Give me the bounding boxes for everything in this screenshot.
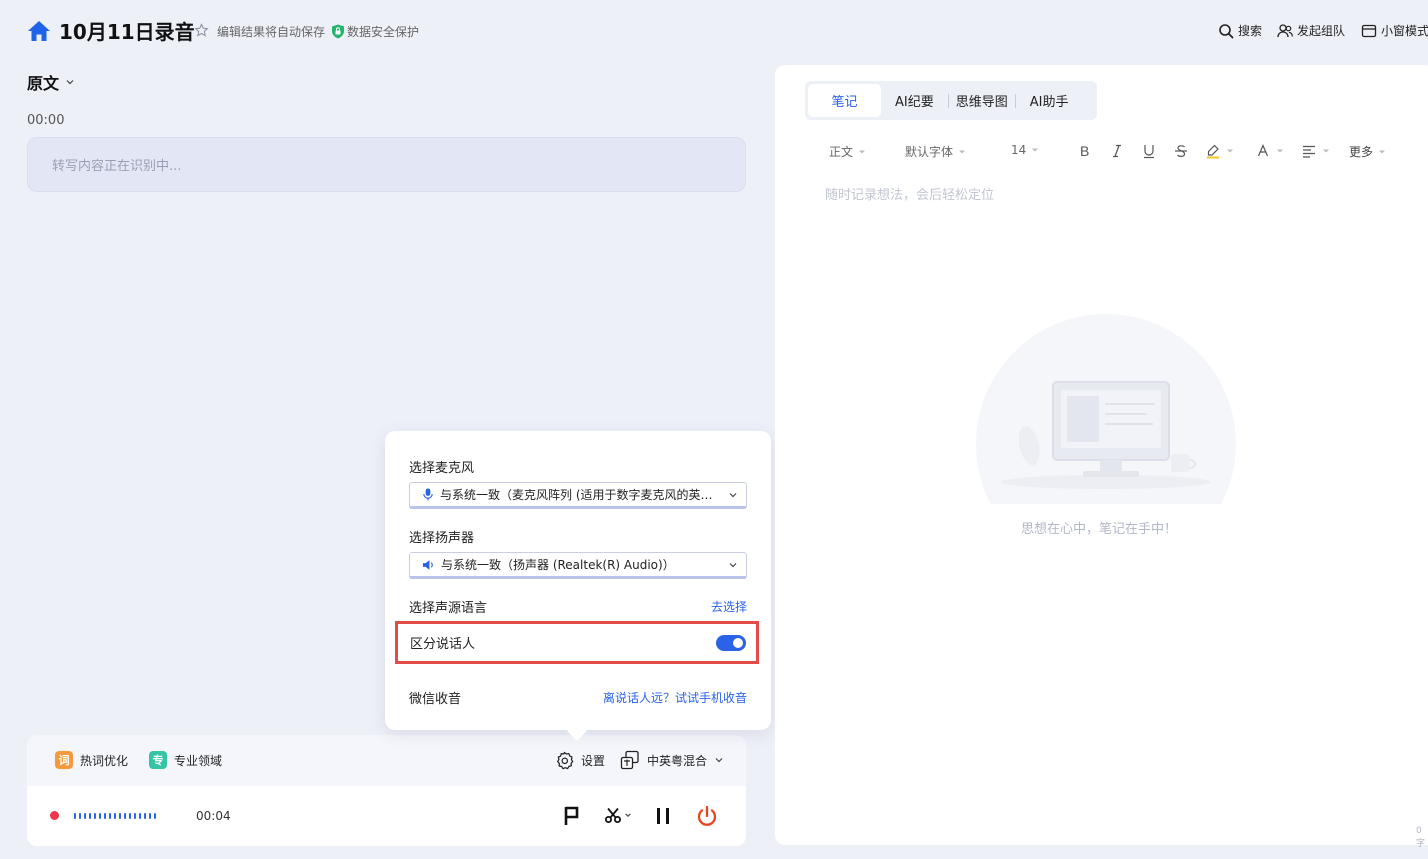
tab-ai-summary[interactable]: AI纪要 [881,84,948,117]
speaker-icon [422,559,433,570]
more-formatting-dropdown[interactable]: 更多 [1349,143,1386,160]
scissors-icon [605,807,621,823]
wechat-capture-label: 微信收音 [409,692,462,707]
note-editor-placeholder[interactable]: 随时记录想法，会后轻松定位 [825,184,994,203]
mini-window-label: 小窗模式 [1381,24,1428,38]
domain-button[interactable]: 专 专业领域 [149,751,222,769]
chevron-down-icon [729,562,737,567]
notes-tabs: 笔记 AI纪要 思维导图 AI助手 [805,81,1097,120]
start-team-button[interactable]: 发起组队 [1277,22,1345,39]
gear-icon [557,751,574,770]
speaker-diarization-row: 区分说话人 [395,621,759,664]
security-note: 数据安全保护 [347,25,420,39]
mini-window-icon [1361,24,1377,37]
caret-down-icon [1277,149,1283,153]
pause-icon[interactable] [651,804,675,828]
shield-icon [332,24,344,39]
search-icon [1219,23,1234,38]
caret-down-icon [1323,149,1329,153]
recording-time: 00:04 [196,809,231,823]
paragraph-style-dropdown[interactable]: 正文 [829,143,866,160]
page-title[interactable]: 10月11日录音 [59,18,195,46]
chevron-down-icon [625,813,631,817]
chevron-down-icon [66,80,74,85]
speaker-diarization-toggle[interactable] [716,634,746,651]
mic-label: 选择麦克风 [409,461,475,476]
domain-label: 专业领域 [174,753,223,768]
strikethrough-icon[interactable] [1173,143,1189,159]
settings-label: 设置 [581,754,606,768]
recording-indicator [50,811,59,820]
autosave-note: 编辑结果将自动保存 [217,25,326,39]
hotword-label: 热词优化 [80,753,129,768]
align-left-icon [1303,145,1315,158]
cut-dropdown[interactable] [604,806,632,824]
speaker-diarization-label: 区分说话人 [410,637,476,652]
tab-mind-map[interactable]: 思维导图 [949,84,1015,117]
mini-window-button[interactable]: 小窗模式 [1361,22,1428,39]
speaker-select-value: 与系统一致（扬声器 (Realtek(R) Audio)） [441,558,675,572]
search-label: 搜索 [1238,24,1263,38]
stop-power-icon[interactable] [695,804,719,828]
audio-waveform [74,812,160,820]
settings-button[interactable]: 设置 [555,751,605,770]
hotword-icon: 词 [55,751,73,769]
caret-down-icon [959,150,966,153]
font-size-value: 14 [1011,143,1027,157]
mic-select-value: 与系统一致（麦克风阵列 (适用于数字麦克风的英特尔®... [440,488,722,502]
italic-icon[interactable] [1109,143,1125,159]
team-label: 发起组队 [1297,24,1346,38]
language-mode-dropdown[interactable]: 中英粤混合 [620,750,724,770]
source-text-dropdown[interactable]: 原文 [27,70,75,94]
translate-icon [620,750,639,770]
bold-icon[interactable]: B [1077,143,1093,159]
choose-language-link[interactable]: 去选择 [711,598,747,615]
flag-icon[interactable] [560,804,584,828]
search-button[interactable]: 搜索 [1218,22,1262,39]
font-color-icon [1257,143,1269,157]
source-text-label: 原文 [27,74,60,93]
transcription-status-box: 转写内容正在识别中... [27,137,746,192]
tab-ai-assistant[interactable]: AI助手 [1016,84,1083,117]
chevron-down-icon [729,492,737,497]
mic-select[interactable]: 与系统一致（麦克风阵列 (适用于数字麦克风的英特尔®... [409,482,747,509]
caret-down-icon [859,150,866,153]
phone-capture-link[interactable]: 离说话人远？试试手机收音 [603,689,747,706]
paragraph-style-value: 正文 [829,145,854,159]
font-family-value: 默认字体 [905,145,954,159]
source-language-label: 选择声源语言 [409,601,488,616]
highlighter-icon [1207,144,1219,159]
segment-timestamp: 00:00 [27,113,65,128]
domain-icon: 专 [149,751,167,769]
home-icon[interactable] [27,20,51,42]
language-label: 中英粤混合 [647,753,708,768]
empty-notes-illustration [976,314,1236,504]
caret-down-icon [1032,148,1039,152]
highlight-dropdown[interactable] [1205,143,1234,159]
font-family-dropdown[interactable]: 默认字体 [905,143,966,160]
svg-text:B: B [1080,143,1089,159]
microphone-icon [423,488,433,501]
speaker-label: 选择扬声器 [409,531,475,546]
caret-down-icon [1379,150,1386,153]
font-size-dropdown[interactable]: 14 [1011,143,1039,157]
hotword-optimize-button[interactable]: 词 热词优化 [55,751,128,769]
align-dropdown[interactable] [1301,143,1330,159]
font-color-dropdown[interactable] [1255,143,1284,159]
team-icon [1277,23,1293,37]
underline-icon[interactable] [1141,143,1157,159]
transcription-status-text: 转写内容正在识别中... [52,159,182,174]
speaker-select[interactable]: 与系统一致（扬声器 (Realtek(R) Audio)） [409,552,747,579]
chevron-down-icon [715,758,723,763]
word-count: 0字 [1416,826,1426,849]
caret-down-icon [1227,149,1233,153]
tab-notes[interactable]: 笔记 [808,84,881,117]
empty-notes-text: 思想在心中，笔记在手中！ [1021,522,1178,537]
star-icon[interactable] [194,23,209,38]
more-label: 更多 [1349,145,1374,159]
